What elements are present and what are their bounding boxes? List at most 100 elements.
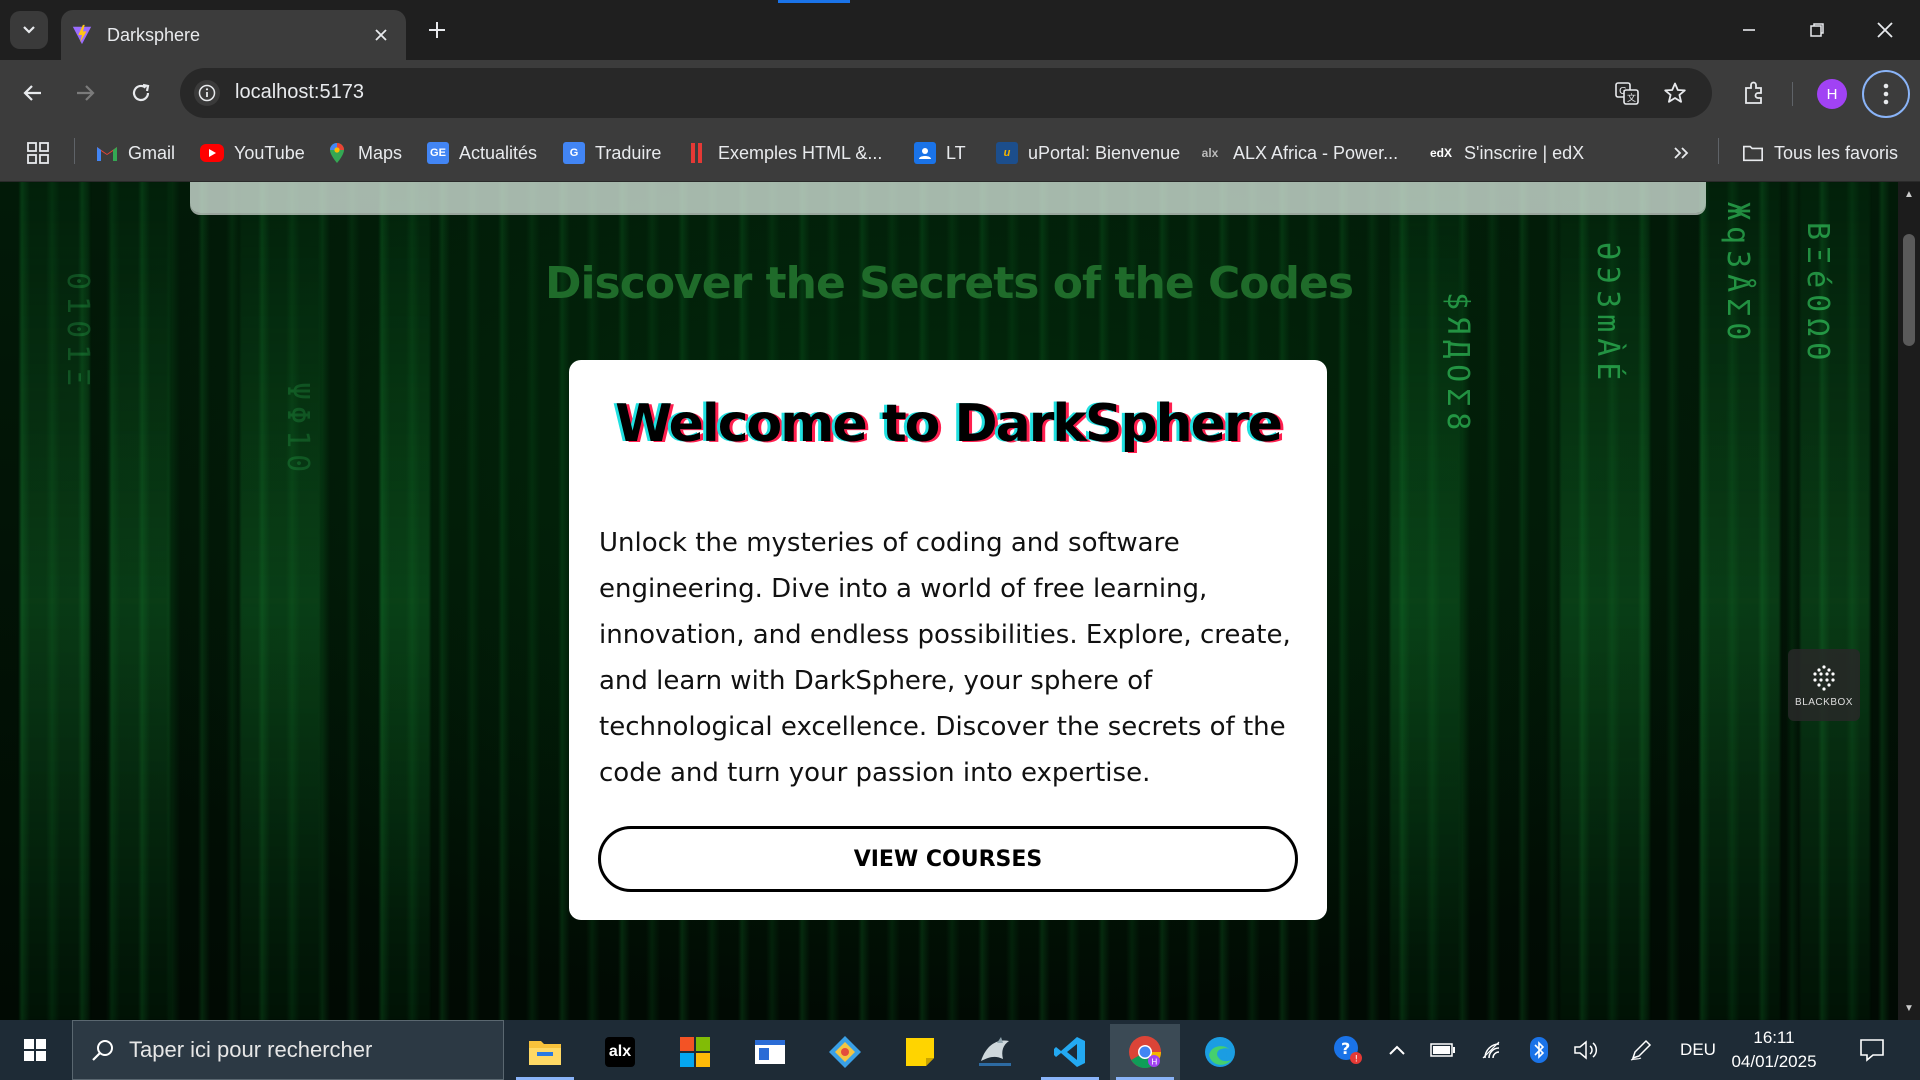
forward-button[interactable] xyxy=(66,74,104,112)
close-icon xyxy=(375,29,387,41)
scroll-down-arrow-icon[interactable]: ▼ xyxy=(1903,1002,1915,1014)
translate-icon: G文 xyxy=(1615,82,1639,105)
page-scrollbar[interactable]: ▲ ▼ xyxy=(1898,182,1920,1020)
screen: Darksphere localhost:5173 G 文 H Gmail Yo… xyxy=(0,0,1920,1080)
notifications-button[interactable] xyxy=(1852,1034,1892,1066)
bookmark-maps[interactable]: Maps xyxy=(326,138,402,168)
minimize-button[interactable] xyxy=(1715,0,1783,60)
svg-text:文: 文 xyxy=(1627,92,1636,104)
windows-taskbar: Taper ici pour rechercher alx H ? ! DEU … xyxy=(0,1020,1920,1080)
bookmark-divider xyxy=(74,138,75,164)
alx-icon: alx xyxy=(604,1037,636,1067)
bookmark-gmail[interactable]: Gmail xyxy=(96,138,175,168)
uportal-icon: u xyxy=(996,142,1018,164)
bookmark-uportal[interactable]: u uPortal: Bienvenue xyxy=(996,138,1180,168)
tab-close-button[interactable] xyxy=(370,24,392,46)
taskbar-app-window[interactable] xyxy=(735,1024,805,1080)
bookmark-label: ALX Africa - Power... xyxy=(1233,142,1399,163)
taskbar-file-explorer[interactable] xyxy=(510,1024,580,1080)
network-tray-icon[interactable] xyxy=(1478,1034,1508,1066)
restore-button[interactable] xyxy=(1783,0,1851,60)
wifi-icon xyxy=(1482,1041,1500,1059)
bookmark-label: Actualités xyxy=(459,142,538,163)
svg-text:!: ! xyxy=(1355,1055,1359,1065)
apps-button[interactable] xyxy=(26,138,50,168)
taskbar-alx[interactable]: alx xyxy=(585,1024,655,1080)
bookmark-label: S'inscrire | edX xyxy=(1464,142,1585,163)
bookmark-star-button[interactable] xyxy=(1662,80,1688,106)
blackbox-label: BLACKBOX xyxy=(1795,696,1853,708)
bookmark-traduire[interactable]: G Traduire xyxy=(563,138,661,168)
blackbox-widget[interactable]: BLACKBOX xyxy=(1788,649,1860,721)
browser-menu-button[interactable] xyxy=(1862,70,1910,118)
taskbar-search-box[interactable]: Taper ici pour rechercher xyxy=(72,1020,504,1080)
hero-headline: Discover the Secrets of the Codes xyxy=(544,258,1354,309)
clock-time: 16:11 xyxy=(1753,1028,1795,1047)
taskbar-clock[interactable]: 16:11 04/01/2025 xyxy=(1724,1026,1824,1074)
taskbar-edge[interactable] xyxy=(1185,1024,1255,1080)
vscode-icon xyxy=(1054,1037,1085,1067)
browser-tab-darksphere[interactable]: Darksphere xyxy=(61,10,406,60)
taskbar-snipping-tool[interactable] xyxy=(810,1024,880,1080)
bookmark-lt[interactable]: LT xyxy=(914,138,966,168)
taskbar-microsoft-store[interactable] xyxy=(660,1024,730,1080)
all-bookmarks-folder[interactable]: Tous les favoris xyxy=(1742,138,1898,168)
view-courses-button[interactable]: VIEW COURSES xyxy=(598,826,1298,892)
scrollbar-thumb[interactable] xyxy=(1903,234,1915,346)
taskbar-sticky-notes[interactable] xyxy=(885,1024,955,1080)
back-button[interactable] xyxy=(14,74,52,112)
profile-avatar[interactable]: H xyxy=(1817,79,1847,109)
bookmark-youtube[interactable]: YouTube xyxy=(200,138,305,168)
help-tray-icon[interactable]: ?! xyxy=(1330,1034,1366,1066)
bookmark-exemples-html[interactable]: Exemples HTML &... xyxy=(686,138,882,168)
taskbar-vscode[interactable] xyxy=(1035,1024,1105,1080)
reload-button[interactable] xyxy=(122,74,160,112)
bookmark-actualites[interactable]: GE Actualités xyxy=(427,138,537,168)
app-window-icon xyxy=(755,1040,785,1064)
url-text: localhost:5173 xyxy=(235,81,364,103)
extensions-button[interactable] xyxy=(1737,76,1771,110)
arrow-right-icon xyxy=(77,85,95,101)
minimize-icon xyxy=(1743,29,1755,31)
edge-icon xyxy=(1205,1037,1235,1067)
bluetooth-tray-icon[interactable] xyxy=(1526,1034,1552,1066)
chevron-up-icon xyxy=(1389,1045,1405,1055)
help-icon: ?! xyxy=(1334,1036,1362,1065)
tab-search-button[interactable] xyxy=(10,11,48,49)
clock-date: 04/01/2025 xyxy=(1731,1052,1817,1071)
loading-indicator xyxy=(778,0,850,3)
lt-icon xyxy=(914,142,936,164)
close-window-button[interactable] xyxy=(1851,0,1919,60)
svg-text:H: H xyxy=(1151,1058,1157,1067)
snipping-icon xyxy=(829,1036,861,1068)
show-hidden-icons-button[interactable] xyxy=(1382,1034,1412,1066)
card-description: Unlock the mysteries of coding and softw… xyxy=(599,528,1291,788)
html-examples-icon xyxy=(686,142,708,164)
translate-button[interactable]: G文 xyxy=(1614,80,1640,106)
windows-logo-icon xyxy=(24,1039,46,1061)
bookmark-label: YouTube xyxy=(234,142,305,163)
volume-tray-icon[interactable] xyxy=(1570,1034,1604,1066)
page-viewport: $ЯДOΣ8 ƏЭ3mÀÉ ЖqЗÅΣ0 BΞé0ΩΘ 0101Ξ ΨΦ10 D… xyxy=(0,182,1898,1020)
battery-tray-icon[interactable] xyxy=(1428,1034,1458,1066)
card-title: Welcome to DarkSphere xyxy=(615,394,1283,454)
pen-tray-icon[interactable] xyxy=(1626,1034,1656,1066)
start-button[interactable] xyxy=(12,1032,58,1068)
taskbar-chrome[interactable]: H xyxy=(1110,1024,1180,1080)
address-bar[interactable]: localhost:5173 G文 xyxy=(180,68,1712,118)
more-bookmarks-button[interactable] xyxy=(1672,138,1690,168)
bookmark-alx-africa[interactable]: alx ALX Africa - Power... xyxy=(1197,138,1398,168)
new-tab-button[interactable] xyxy=(424,17,450,43)
plus-icon xyxy=(429,22,445,38)
chrome-icon: H xyxy=(1129,1036,1161,1069)
welcome-card: Welcome to DarkSphere Unlock the mysteri… xyxy=(569,360,1327,920)
bookmark-edx[interactable]: edX S'inscrire | edX xyxy=(1428,138,1584,168)
all-bookmarks-label: Tous les favoris xyxy=(1774,142,1899,163)
bookmark-label: Maps xyxy=(358,142,403,163)
translate-icon: G xyxy=(563,142,585,164)
matrix-glyphs: $ЯДOΣ8 xyxy=(1440,292,1475,437)
taskbar-app-dolphin[interactable] xyxy=(960,1024,1030,1080)
input-language[interactable]: DEU xyxy=(1674,1034,1722,1066)
scroll-up-arrow-icon[interactable]: ▲ xyxy=(1903,188,1915,200)
site-info-button[interactable] xyxy=(194,80,220,106)
